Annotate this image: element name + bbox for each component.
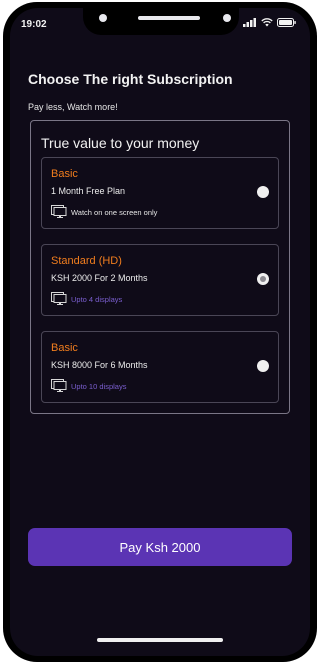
home-indicator[interactable] (97, 638, 223, 642)
plan-radio-selected[interactable] (257, 273, 269, 285)
plan-name: Basic (51, 342, 78, 354)
status-time: 19:02 (21, 19, 47, 30)
plan-price: KSH 2000 For 2 Months (51, 273, 148, 283)
monitor-icon (51, 379, 67, 392)
plan-name: Basic (51, 168, 78, 180)
status-icons (243, 18, 296, 27)
plan-radio[interactable] (257, 186, 269, 198)
plan-feature-label: Watch on one screen only (71, 207, 158, 217)
plan-option-standard-hd[interactable]: Standard (HD) KSH 2000 For 2 Months Upto… (41, 244, 279, 316)
wifi-icon (261, 18, 273, 27)
monitor-icon (51, 205, 67, 218)
notch (83, 8, 239, 35)
card-title: True value to your money (41, 135, 200, 151)
pay-button[interactable]: Pay Ksh 2000 (28, 528, 292, 566)
subscription-card: True value to your money Basic 1 Month F… (30, 120, 290, 414)
sensor-dot (223, 14, 231, 22)
plan-option-basic-6-months[interactable]: Basic KSH 8000 For 6 Months Upto 10 disp… (41, 331, 279, 403)
speaker-bar (138, 16, 200, 20)
plan-feature-label: Upto 4 displays (71, 294, 123, 304)
battery-icon (277, 18, 296, 27)
plan-feature-label: Upto 10 displays (71, 381, 127, 391)
plan-feature: Upto 10 displays (51, 379, 126, 393)
monitor-icon (51, 292, 67, 305)
plan-price: KSH 8000 For 6 Months (51, 360, 148, 370)
app-screen: 19:02 Choose The right Subscription Pay … (10, 8, 310, 656)
cellular-signal-icon (243, 18, 256, 27)
camera-dot (99, 14, 107, 22)
plan-price: 1 Month Free Plan (51, 186, 126, 196)
page-subtitle: Pay less, Watch more! (28, 102, 118, 112)
plan-radio[interactable] (257, 360, 269, 372)
plan-feature: Upto 4 displays (51, 292, 122, 306)
page-title: Choose The right Subscription (28, 71, 233, 87)
phone-frame: 19:02 Choose The right Subscription Pay … (3, 2, 317, 662)
plan-name: Standard (HD) (51, 255, 122, 267)
plan-feature: Watch on one screen only (51, 205, 157, 219)
plan-option-basic-free[interactable]: Basic 1 Month Free Plan Watch on one scr… (41, 157, 279, 229)
